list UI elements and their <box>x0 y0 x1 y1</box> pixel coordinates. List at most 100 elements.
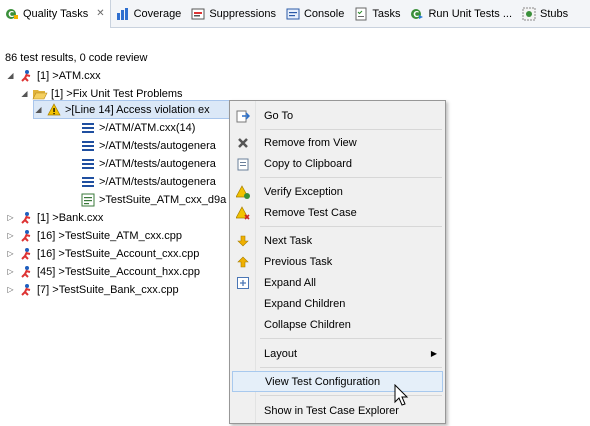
tree-item-label: [1] >Fix Unit Test Problems <box>51 87 183 100</box>
context-menu: Go To Remove from View Copy to Clipboard… <box>229 100 446 424</box>
menu-item-layout[interactable]: Layout ▶ <box>232 343 443 364</box>
svg-text:C: C <box>8 10 14 19</box>
collapsed-arrow-icon[interactable]: ▷ <box>6 285 15 294</box>
stack-frame-icon <box>80 174 96 190</box>
collapsed-arrow-icon[interactable]: ▷ <box>6 249 15 258</box>
arrow-up-icon <box>232 256 254 268</box>
tree-item-label: >[Line 14] Access violation ex <box>65 103 210 116</box>
menu-item-collapse-children[interactable]: Collapse Children <box>232 314 443 335</box>
tree-item-stack-frame[interactable]: >/ATM/ATM.cxx(14) <box>80 118 195 137</box>
menu-item-label: Expand Children <box>264 297 346 310</box>
menu-item-expand-children[interactable]: Expand Children <box>232 293 443 314</box>
menu-item-view-test-configuration[interactable]: View Test Configuration <box>232 371 443 392</box>
tab-label: Run Unit Tests ... <box>428 7 513 20</box>
tree-item-stack-frame[interactable]: >/ATM/tests/autogenera <box>80 172 216 191</box>
go-to-icon <box>232 109 254 123</box>
menu-item-label: Verify Exception <box>264 185 343 198</box>
view-tab-bar: C Quality Tasks ✕ Coverage Suppressions … <box>0 0 590 28</box>
run-unit-tests-icon: C <box>410 7 424 21</box>
runner-icon <box>18 282 34 298</box>
menu-item-label: Remove Test Case <box>264 206 357 219</box>
svg-text:C: C <box>414 10 420 19</box>
expanded-arrow-icon[interactable]: ◢ <box>34 105 43 114</box>
collapsed-arrow-icon[interactable]: ▷ <box>6 267 15 276</box>
tree-item-atm-cxx[interactable]: ◢ [1] >ATM.cxx <box>6 66 101 85</box>
warning-icon <box>46 102 62 118</box>
console-icon <box>286 7 300 21</box>
runner-icon <box>18 246 34 262</box>
menu-item-label: Expand All <box>264 276 316 289</box>
collapsed-arrow-icon[interactable]: ▷ <box>6 231 15 240</box>
tab-suppressions[interactable]: Suppressions <box>186 0 281 28</box>
tree-item-label: >/ATM/tests/autogenera <box>99 175 216 188</box>
tab-label: Tasks <box>372 7 401 20</box>
menu-item-previous-task[interactable]: Previous Task <box>232 251 443 272</box>
tree-item-label: [7] >TestSuite_Bank_cxx.cpp <box>37 283 179 296</box>
menu-separator <box>260 367 442 368</box>
tree-item-testsuite-account-hxx[interactable]: ▷ [45] >TestSuite_Account_hxx.cpp <box>6 262 200 281</box>
tab-tasks[interactable]: Tasks <box>349 0 405 28</box>
stack-frame-icon <box>80 138 96 154</box>
remove-icon <box>232 137 254 149</box>
submenu-arrow-icon: ▶ <box>430 349 437 358</box>
menu-item-label: Previous Task <box>264 255 333 268</box>
tree-item-label: >/ATM/tests/autogenera <box>99 139 216 152</box>
menu-item-expand-all[interactable]: Expand All <box>232 272 443 293</box>
tab-label: Suppressions <box>209 7 276 20</box>
tab-coverage[interactable]: Coverage <box>111 0 187 28</box>
menu-item-go-to[interactable]: Go To <box>232 105 443 126</box>
tab-label: Console <box>303 7 345 20</box>
tree-item-test-suite[interactable]: >TestSuite_ATM_cxx_d9a <box>80 190 226 209</box>
tree-item-stack-frame[interactable]: >/ATM/tests/autogenera <box>80 136 216 155</box>
tree-item-label: [16] >TestSuite_Account_cxx.cpp <box>37 247 200 260</box>
menu-item-verify-exception[interactable]: Verify Exception <box>232 181 443 202</box>
stubs-icon <box>522 7 536 21</box>
close-icon[interactable]: ✕ <box>96 8 104 19</box>
tree-item-access-violation[interactable]: ◢ >[Line 14] Access violation ex <box>33 100 233 119</box>
menu-separator <box>260 129 442 130</box>
coverage-icon <box>116 7 130 21</box>
test-file-icon <box>80 192 96 208</box>
tab-stubs[interactable]: Stubs <box>517 0 573 28</box>
expanded-arrow-icon[interactable]: ◢ <box>6 71 15 80</box>
menu-item-label: View Test Configuration <box>265 375 381 388</box>
expanded-arrow-icon[interactable]: ◢ <box>20 89 29 98</box>
tree-item-label: [1] >ATM.cxx <box>37 69 101 82</box>
tab-console[interactable]: Console <box>281 0 349 28</box>
tab-label: Quality Tasks <box>23 7 89 20</box>
tree-item-stack-frame[interactable]: >/ATM/tests/autogenera <box>80 154 216 173</box>
suppressions-icon <box>191 7 205 21</box>
menu-item-show-in-test-case-explorer[interactable]: Show in Test Case Explorer <box>232 400 443 421</box>
runner-icon <box>18 264 34 280</box>
menu-separator <box>260 226 442 227</box>
collapsed-arrow-icon[interactable]: ▷ <box>6 213 15 222</box>
tree-item-label: [45] >TestSuite_Account_hxx.cpp <box>37 265 200 278</box>
menu-item-label: Layout <box>264 347 298 360</box>
runner-icon <box>18 68 34 84</box>
tab-quality-tasks[interactable]: C Quality Tasks ✕ <box>0 0 111 28</box>
runner-icon <box>18 210 34 226</box>
menu-item-label: Copy to Clipboard <box>264 157 353 170</box>
tree-item-testsuite-bank[interactable]: ▷ [7] >TestSuite_Bank_cxx.cpp <box>6 280 179 299</box>
arrow-down-icon <box>232 235 254 247</box>
runner-icon <box>18 228 34 244</box>
quality-tasks-icon: C <box>5 7 19 21</box>
tree-item-label: >/ATM/ATM.cxx(14) <box>99 121 196 134</box>
tree-item-bank-cxx[interactable]: ▷ [1] >Bank.cxx <box>6 208 103 227</box>
tab-label: Stubs <box>540 7 569 20</box>
menu-item-copy-to-clipboard[interactable]: Copy to Clipboard <box>232 153 443 174</box>
tab-run-unit-tests[interactable]: C Run Unit Tests ... <box>405 0 517 28</box>
tree-item-label: >TestSuite_ATM_cxx_d9a <box>99 193 227 206</box>
results-summary: 86 test results, 0 code review <box>5 52 148 64</box>
tree-item-testsuite-account-cxx[interactable]: ▷ [16] >TestSuite_Account_cxx.cpp <box>6 244 199 263</box>
menu-item-remove-from-view[interactable]: Remove from View <box>232 132 443 153</box>
menu-item-remove-test-case[interactable]: Remove Test Case <box>232 202 443 223</box>
tree-item-testsuite-atm[interactable]: ▷ [16] >TestSuite_ATM_cxx.cpp <box>6 226 182 245</box>
tasks-icon <box>354 7 368 21</box>
menu-item-next-task[interactable]: Next Task <box>232 230 443 251</box>
menu-item-label: Next Task <box>264 234 313 247</box>
expand-all-icon <box>232 276 254 289</box>
menu-item-label: Remove from View <box>264 136 357 149</box>
stack-frame-icon <box>80 156 96 172</box>
mouse-pointer-icon <box>394 383 410 411</box>
